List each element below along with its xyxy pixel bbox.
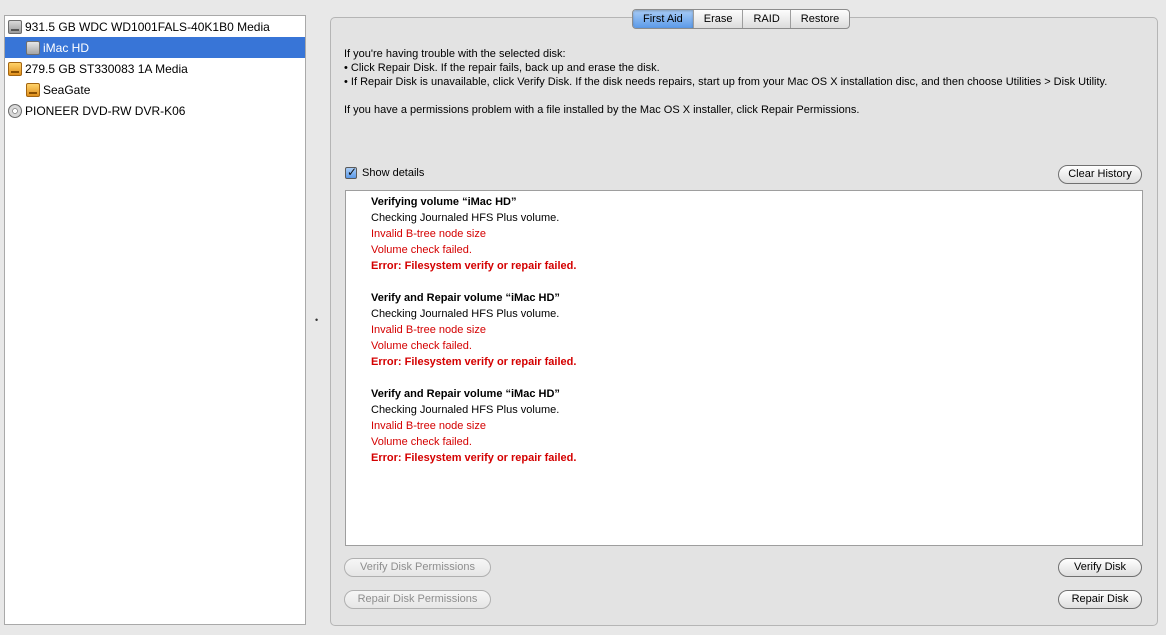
log-error-line: Error: Filesystem verify or repair faile… [371, 260, 577, 272]
first-aid-log[interactable]: Verifying volume “iMac HD” Checking Jour… [345, 190, 1143, 546]
tab-raid[interactable]: RAID [743, 10, 791, 28]
log-line: Checking Journaled HFS Plus volume. [371, 212, 560, 224]
log-error-line: Invalid B-tree node size [371, 324, 486, 336]
log-entry: Verify and Repair volume “iMac HD” Check… [371, 386, 1142, 466]
split-view-handle[interactable]: • [315, 316, 319, 325]
log-heading: Verify and Repair volume “iMac HD” [371, 292, 560, 304]
log-entry: Verifying volume “iMac HD” Checking Jour… [371, 194, 1142, 274]
log-heading: Verifying volume “iMac HD” [371, 196, 517, 208]
instruction-bullet: • Click Repair Disk. If the repair fails… [344, 62, 660, 74]
log-error-line: Error: Filesystem verify or repair faile… [371, 452, 577, 464]
tab-erase[interactable]: Erase [694, 10, 744, 28]
tab-bar: First Aid Erase RAID Restore [632, 9, 851, 29]
repair-disk-button[interactable]: Repair Disk [1058, 590, 1142, 609]
disk-item-seagate[interactable]: SeaGate [5, 79, 305, 100]
verify-disk-button[interactable]: Verify Disk [1058, 558, 1142, 577]
disk-item-imac-hd[interactable]: iMac HD [5, 37, 305, 58]
log-line: Checking Journaled HFS Plus volume. [371, 404, 560, 416]
log-entry: Verify and Repair volume “iMac HD” Check… [371, 290, 1142, 370]
disk-item-pioneer-dvd[interactable]: PIONEER DVD-RW DVR-K06 [5, 100, 305, 121]
tab-first-aid[interactable]: First Aid [633, 10, 694, 28]
verify-disk-permissions-button[interactable]: Verify Disk Permissions [344, 558, 491, 577]
show-details-checkbox[interactable]: Show details [345, 165, 425, 179]
first-aid-instructions: If you're having trouble with the select… [344, 47, 1144, 117]
log-error-line: Invalid B-tree node size [371, 420, 486, 432]
log-error-line: Volume check failed. [371, 340, 472, 352]
log-error-line: Volume check failed. [371, 244, 472, 256]
log-error-line: Error: Filesystem verify or repair faile… [371, 356, 577, 368]
log-heading: Verify and Repair volume “iMac HD” [371, 388, 560, 400]
external-drive-icon [8, 61, 22, 76]
disk-item-label: PIONEER DVD-RW DVR-K06 [25, 103, 186, 118]
instruction-bullet: • If Repair Disk is unavailable, click V… [344, 76, 1108, 88]
log-error-line: Volume check failed. [371, 436, 472, 448]
disk-item-label: 931.5 GB WDC WD1001FALS-40K1B0 Media [25, 19, 270, 34]
repair-disk-permissions-button[interactable]: Repair Disk Permissions [344, 590, 491, 609]
hard-drive-icon [8, 19, 22, 34]
show-details-label: Show details [362, 167, 425, 179]
disk-item-label: iMac HD [43, 40, 90, 55]
instruction-line: If you have a permissions problem with a… [344, 104, 860, 116]
disk-item-st330083-media[interactable]: 279.5 GB ST330083 1A Media [5, 58, 305, 79]
checkbox-checked-icon[interactable] [345, 165, 357, 179]
volume-icon [26, 40, 40, 55]
disk-item-label: SeaGate [43, 82, 91, 97]
tab-restore[interactable]: Restore [791, 10, 850, 28]
log-error-line: Invalid B-tree node size [371, 228, 486, 240]
optical-drive-icon [8, 103, 22, 118]
disk-item-label: 279.5 GB ST330083 1A Media [25, 61, 188, 76]
external-volume-icon [26, 82, 40, 97]
log-line: Checking Journaled HFS Plus volume. [371, 308, 560, 320]
instruction-line: If you're having trouble with the select… [344, 48, 566, 60]
clear-history-button[interactable]: Clear History [1058, 165, 1142, 184]
disk-list-sidebar[interactable]: 931.5 GB WDC WD1001FALS-40K1B0 Media iMa… [4, 15, 306, 625]
disk-item-wdc-media[interactable]: 931.5 GB WDC WD1001FALS-40K1B0 Media [5, 16, 305, 37]
